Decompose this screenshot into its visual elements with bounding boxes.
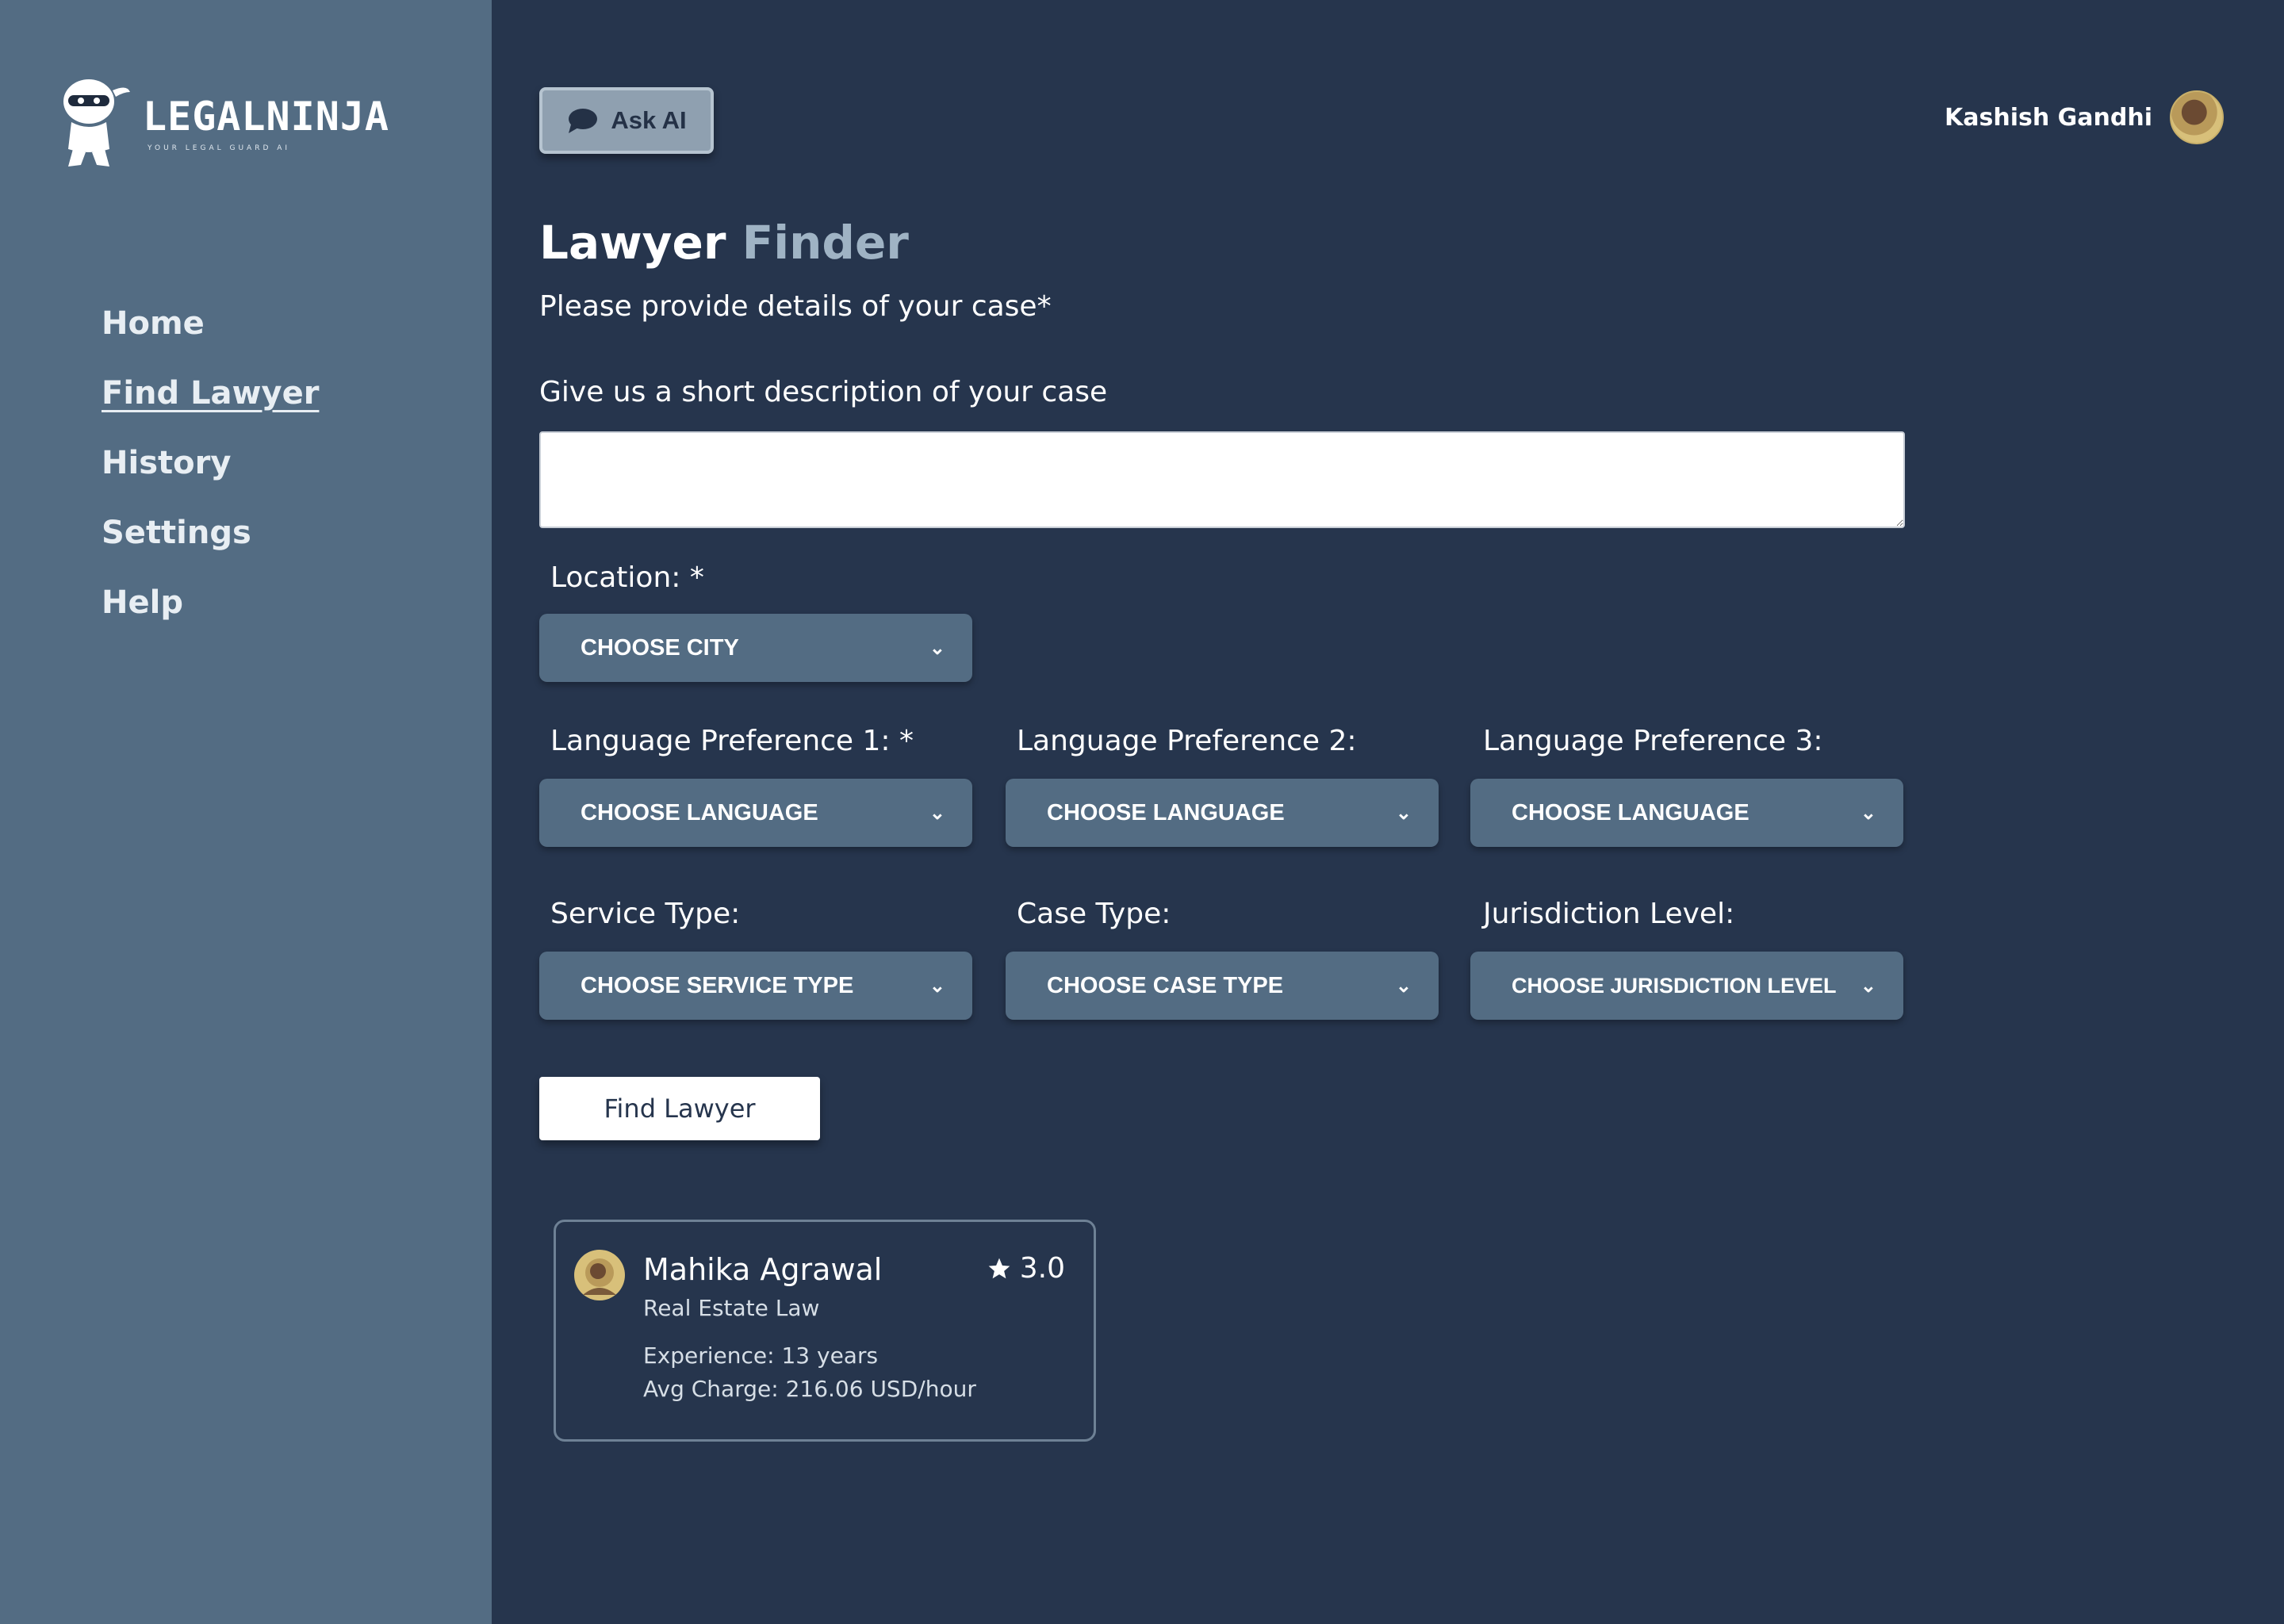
- chat-bubble-icon: [569, 109, 598, 133]
- star-icon: [988, 1258, 1010, 1278]
- service-type-label: Service Type:: [550, 898, 741, 930]
- page-subtitle: Please provide details of your case*: [539, 290, 1052, 323]
- case-type-label: Case Type:: [1017, 898, 1171, 930]
- lawyer-avg-charge: Avg Charge: 216.06 USD/hour: [643, 1376, 976, 1402]
- chevron-down-icon: ⌄: [1860, 802, 1876, 824]
- chevron-down-icon: ⌄: [929, 975, 945, 997]
- location-select-value: CHOOSE CITY: [581, 634, 739, 661]
- lawyer-rating: 3.0: [987, 1252, 1065, 1285]
- chevron-down-icon: ⌄: [1395, 802, 1412, 824]
- case-description-input[interactable]: [539, 431, 1905, 528]
- language2-select[interactable]: CHOOSE LANGUAGE ⌄: [1006, 779, 1439, 847]
- sidebar-nav: Home Find Lawyer History Settings Help: [102, 298, 319, 647]
- brand-name: LEGALNINJA: [143, 94, 390, 140]
- location-label: Location: *: [550, 561, 704, 594]
- avatar: [2170, 90, 2224, 144]
- chevron-down-icon: ⌄: [1395, 975, 1412, 997]
- service-type-select[interactable]: CHOOSE SERVICE TYPE ⌄: [539, 952, 972, 1020]
- language3-label: Language Preference 3:: [1483, 725, 1823, 757]
- chevron-down-icon: ⌄: [929, 637, 945, 659]
- chevron-down-icon: ⌄: [929, 802, 945, 824]
- sidebar-item-find-lawyer[interactable]: Find Lawyer: [102, 368, 319, 438]
- ask-ai-label: Ask AI: [611, 106, 687, 134]
- page-title-main: Lawyer: [539, 216, 726, 270]
- jurisdiction-select-value: CHOOSE JURISDICTION LEVEL: [1512, 973, 1837, 998]
- sidebar: LEGALNINJA YOUR LEGAL GUARD AI Home Find…: [0, 0, 492, 1624]
- lawyer-practice-area: Real Estate Law: [643, 1295, 820, 1321]
- language2-label: Language Preference 2:: [1017, 725, 1357, 757]
- ninja-logo-icon: [63, 79, 130, 167]
- language2-select-value: CHOOSE LANGUAGE: [1047, 799, 1285, 825]
- brand-tagline: YOUR LEGAL GUARD AI: [148, 144, 291, 152]
- lawyer-name: Mahika Agrawal: [643, 1252, 883, 1287]
- sidebar-item-settings[interactable]: Settings: [102, 508, 319, 577]
- avatar: [574, 1250, 625, 1300]
- language1-label: Language Preference 1: *: [550, 725, 914, 757]
- language1-select[interactable]: CHOOSE LANGUAGE ⌄: [539, 779, 972, 847]
- sidebar-item-history[interactable]: History: [102, 438, 319, 508]
- lawyer-rating-value: 3.0: [1019, 1252, 1065, 1285]
- location-select[interactable]: CHOOSE CITY ⌄: [539, 614, 972, 682]
- jurisdiction-select[interactable]: CHOOSE JURISDICTION LEVEL ⌄: [1470, 952, 1903, 1020]
- sidebar-item-home[interactable]: Home: [102, 298, 319, 368]
- service-type-select-value: CHOOSE SERVICE TYPE: [581, 972, 854, 998]
- page-title-accent: Finder: [742, 216, 909, 270]
- sidebar-item-help[interactable]: Help: [102, 577, 319, 647]
- lawyer-experience: Experience: 13 years: [643, 1342, 879, 1369]
- case-type-select[interactable]: CHOOSE CASE TYPE ⌄: [1006, 952, 1439, 1020]
- user-menu[interactable]: Kashish Gandhi: [1945, 90, 2224, 144]
- case-type-select-value: CHOOSE CASE TYPE: [1047, 972, 1284, 998]
- chevron-down-icon: ⌄: [1860, 975, 1876, 997]
- find-lawyer-button[interactable]: Find Lawyer: [539, 1077, 820, 1140]
- jurisdiction-label: Jurisdiction Level:: [1483, 898, 1735, 930]
- description-label: Give us a short description of your case: [539, 376, 1108, 408]
- ask-ai-button[interactable]: Ask AI: [539, 87, 714, 154]
- page-title: Lawyer Finder: [539, 216, 909, 270]
- language3-select-value: CHOOSE LANGUAGE: [1512, 799, 1749, 825]
- language1-select-value: CHOOSE LANGUAGE: [581, 799, 818, 825]
- user-name: Kashish Gandhi: [1945, 103, 2152, 132]
- language3-select[interactable]: CHOOSE LANGUAGE ⌄: [1470, 779, 1903, 847]
- lawyer-result-card[interactable]: Mahika Agrawal 3.0 Real Estate Law Exper…: [554, 1220, 1096, 1442]
- brand-logo[interactable]: LEGALNINJA YOUR LEGAL GUARD AI: [57, 76, 389, 179]
